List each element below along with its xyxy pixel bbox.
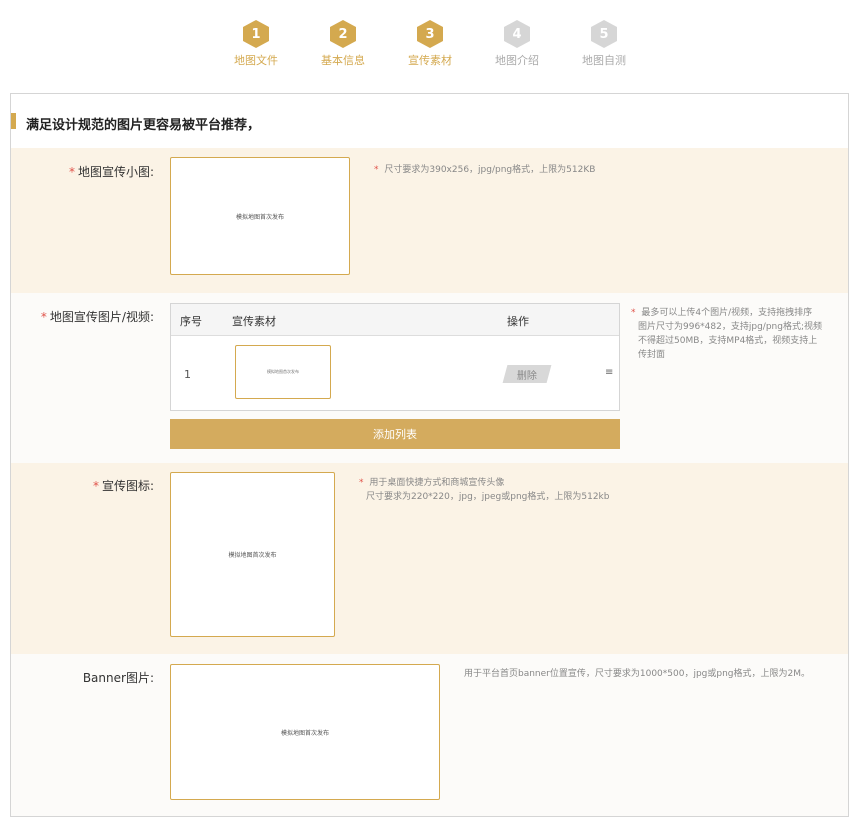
hint-mark: *: [631, 308, 636, 318]
step-indicator: 1 地图文件 2 基本信息 3 宣传素材 4 地图介绍 5 地图自测: [0, 20, 865, 70]
banner-hint: 用于平台首页banner位置宣传，尺寸要求为1000*500，jpg或png格式…: [464, 669, 811, 679]
banner-preview-text: 模拟地图首次发布: [280, 729, 329, 737]
step-1[interactable]: 1 地图文件: [216, 20, 296, 68]
step-3-label: 宣传素材: [408, 54, 452, 67]
add-list-button[interactable]: 添加列表: [170, 419, 620, 449]
delete-button-label: 删除: [517, 370, 537, 382]
media-table: 序号 宣传素材 操作 1 模拟地图首次发布 删除 ≡: [170, 303, 620, 411]
banner-upload[interactable]: 模拟地图首次发布: [170, 664, 440, 800]
row-banner: Banner图片: 模拟地图首次发布 用于平台首页banner位置宣传，尺寸要求…: [11, 654, 848, 816]
row-small-image: * 地图宣传小图: 模拟地图首次发布 * 尺寸要求为390x256，jpg/png…: [11, 148, 848, 293]
column-header-index: 序号: [180, 315, 202, 328]
promo-icon-label-text: 宣传图标:: [101, 479, 154, 493]
required-mark: *: [68, 165, 75, 179]
media-thumbnail[interactable]: 模拟地图首次发布: [235, 345, 331, 399]
banner-label: Banner图片:: [82, 671, 154, 685]
media-thumbnail-text: 模拟地图首次发布: [267, 369, 299, 374]
media-hint-line-3: 不得超过50MB，支持MP4格式，视频支持上: [638, 336, 818, 346]
step-4-label: 地图介绍: [495, 54, 539, 67]
step-1-label: 地图文件: [234, 54, 278, 67]
promo-icon-label: * 宣传图标:: [93, 477, 154, 494]
promo-icon-hint-line-1: * 用于桌面快捷方式和商城宣传头像: [359, 478, 505, 488]
promo-icon-upload[interactable]: 模拟地图首次发布: [170, 472, 335, 637]
column-header-material: 宣传素材: [232, 315, 276, 328]
step-4-hex-icon: 4: [504, 20, 530, 48]
media-hint: * 最多可以上传4个图片/视频，支持拖拽排序 图片尺寸为996*482，支持jp…: [631, 306, 831, 362]
material-panel: 满足设计规范的图片更容易被平台推荐， * 地图宣传小图: 模拟地图首次发布 * 尺…: [10, 93, 849, 817]
hint-mark: *: [374, 165, 379, 175]
delete-button[interactable]: 删除: [502, 365, 552, 383]
required-mark: *: [40, 310, 47, 324]
step-4[interactable]: 4 地图介绍: [477, 20, 557, 68]
small-image-label: * 地图宣传小图:: [69, 163, 154, 180]
step-5-hex-icon: 5: [591, 20, 617, 48]
media-hint-line-4: 传封面: [638, 350, 666, 360]
small-image-hint: * 尺寸要求为390x256，jpg/png格式，上限为512KB: [374, 163, 595, 177]
step-5[interactable]: 5 地图自测: [564, 20, 644, 68]
step-3-hex-icon: 3: [417, 20, 443, 48]
promo-icon-preview-text: 模拟地图首次发布: [228, 552, 277, 559]
media-label: * 地图宣传图片/视频:: [41, 308, 154, 325]
step-3[interactable]: 3 宣传素材: [390, 20, 470, 68]
step-2-hex-icon: 2: [330, 20, 356, 48]
step-2-label: 基本信息: [321, 54, 365, 67]
promo-icon-hint-line-2: 尺寸要求为220*220，jpg，jpeg或png格式，上限为512kb: [366, 492, 610, 502]
step-1-hex-icon: 1: [243, 20, 269, 48]
drag-handle-icon[interactable]: ≡: [605, 367, 613, 378]
row-promo-icon: * 宣传图标: 模拟地图首次发布 * 用于桌面快捷方式和商城宣传头像 尺寸要求为2…: [11, 463, 848, 654]
promo-icon-hint: * 用于桌面快捷方式和商城宣传头像 尺寸要求为220*220，jpg，jpeg或…: [359, 476, 609, 504]
step-5-label: 地图自测: [582, 54, 626, 67]
required-mark: *: [92, 479, 99, 493]
small-image-upload[interactable]: 模拟地图首次发布: [170, 157, 350, 275]
panel-header: 满足设计规范的图片更容易被平台推荐，: [11, 94, 848, 148]
media-label-text: 地图宣传图片/视频:: [49, 310, 154, 324]
small-image-preview-text: 模拟地图首次发布: [235, 213, 284, 221]
row-index: 1: [184, 368, 191, 381]
panel-title: 满足设计规范的图片更容易被平台推荐，: [26, 118, 261, 133]
media-table-header: 序号 宣传素材 操作: [171, 304, 619, 336]
hint-mark: *: [359, 478, 364, 488]
media-hint-line-1: * 最多可以上传4个图片/视频，支持拖拽排序: [631, 308, 813, 318]
media-hint-line-2: 图片尺寸为996*482，支持jpg/png格式;视频: [638, 322, 822, 332]
small-image-hint-text: 尺寸要求为390x256，jpg/png格式，上限为512KB: [384, 165, 596, 175]
small-image-label-text: 地图宣传小图:: [77, 165, 154, 179]
step-2[interactable]: 2 基本信息: [303, 20, 383, 68]
row-media: * 地图宣传图片/视频: 序号 宣传素材 操作 1 模拟地图首次发布 删除 ≡ 添…: [11, 293, 848, 463]
header-accent-bar: [11, 113, 16, 129]
column-header-action: 操作: [507, 315, 529, 328]
